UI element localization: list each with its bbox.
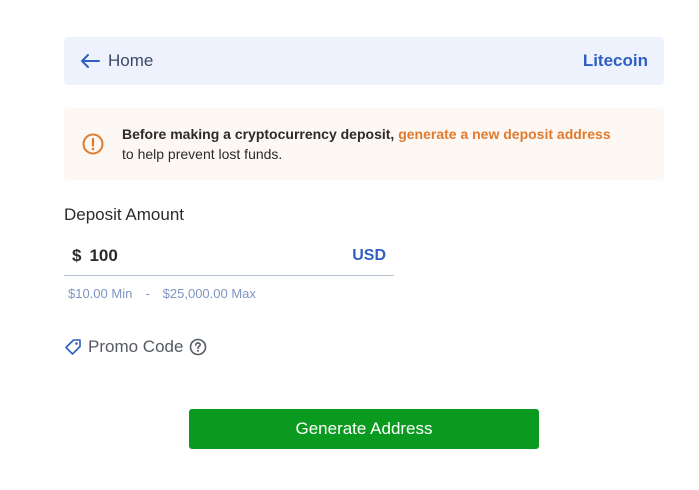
home-label: Home	[108, 51, 154, 70]
deposit-limits: $10.00 Min - $25,000.00 Max	[68, 286, 256, 301]
home-back-link[interactable]: Home	[80, 51, 153, 71]
generate-address-link[interactable]: generate a new deposit address	[398, 126, 610, 142]
tag-icon	[65, 339, 81, 355]
notice-text: Before making a cryptocurrency deposit, …	[122, 124, 611, 164]
arrow-left-icon	[81, 54, 100, 68]
header-bar: Home Litecoin	[64, 37, 664, 85]
deposit-amount-input[interactable]	[89, 245, 290, 266]
currency-symbol: $	[72, 245, 82, 265]
deposit-amount-label: Deposit Amount	[64, 205, 185, 224]
question-circle-icon[interactable]	[189, 338, 207, 356]
limit-separator: -	[145, 286, 150, 301]
crypto-name: Litecoin	[582, 51, 648, 70]
generate-address-button[interactable]: Generate Address	[189, 409, 539, 449]
currency-code: USD	[352, 246, 386, 264]
max-limit: $25,000.00 Max	[162, 286, 256, 301]
promo-code-toggle[interactable]: Promo Code	[64, 337, 207, 357]
notice-strong-text: Before making a cryptocurrency deposit,	[122, 126, 395, 142]
deposit-page: Home Litecoin Before making a cryptocurr…	[0, 0, 699, 490]
exclamation-circle-icon	[82, 133, 104, 155]
deposit-notice: Before making a cryptocurrency deposit, …	[64, 108, 664, 180]
notice-rest-text: to help prevent lost funds.	[122, 146, 283, 162]
promo-code-label: Promo Code	[88, 337, 184, 356]
min-limit: $10.00 Min	[68, 286, 133, 301]
deposit-amount-field[interactable]: $ USD	[64, 236, 394, 276]
